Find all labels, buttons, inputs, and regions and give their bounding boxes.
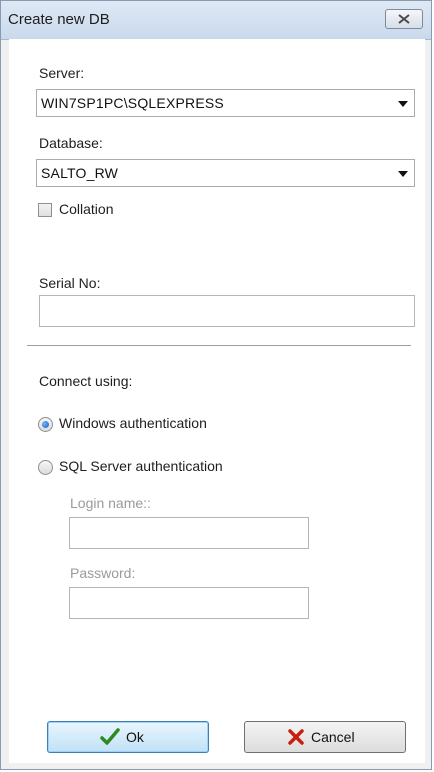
- checkmark-icon: [100, 728, 120, 745]
- chevron-down-icon: [398, 171, 408, 177]
- sql-auth-label: SQL Server authentication: [59, 458, 223, 474]
- server-label: Server:: [39, 65, 85, 81]
- title-bar: Create new DB: [1, 1, 431, 40]
- close-icon: [398, 14, 410, 24]
- collation-label: Collation: [59, 201, 114, 217]
- database-combo[interactable]: SALTO_RW: [36, 159, 415, 187]
- database-value: SALTO_RW: [41, 165, 119, 181]
- cancel-button-label: Cancel: [311, 729, 355, 745]
- windows-auth-label: Windows authentication: [59, 415, 207, 431]
- chevron-down-icon: [398, 101, 408, 107]
- dialog-window: Create new DB Server: WIN7SP1PC\SQLEXPRE…: [0, 0, 432, 770]
- cancel-button[interactable]: Cancel: [244, 721, 406, 753]
- server-value: WIN7SP1PC\SQLEXPRESS: [41, 95, 224, 111]
- login-name-input[interactable]: [69, 517, 309, 549]
- close-button[interactable]: [385, 9, 423, 29]
- cancel-x-icon: [288, 729, 304, 745]
- password-input[interactable]: [69, 587, 309, 619]
- serial-label: Serial No:: [39, 275, 101, 291]
- collation-checkbox[interactable]: [38, 203, 52, 217]
- sql-auth-radio[interactable]: [38, 460, 53, 475]
- radio-selected-dot: [42, 421, 49, 428]
- database-label: Database:: [39, 135, 103, 151]
- password-label: Password:: [70, 565, 136, 581]
- windows-auth-radio[interactable]: [38, 417, 53, 432]
- connect-using-label: Connect using:: [39, 373, 133, 389]
- serial-input[interactable]: [39, 295, 415, 327]
- server-combo[interactable]: WIN7SP1PC\SQLEXPRESS: [36, 89, 415, 117]
- dialog-body: Server: WIN7SP1PC\SQLEXPRESS Database: S…: [9, 39, 425, 763]
- ok-button[interactable]: Ok: [47, 721, 209, 753]
- window-title: Create new DB: [8, 11, 110, 28]
- ok-button-label: Ok: [126, 729, 144, 745]
- login-name-label: Login name::: [70, 495, 151, 511]
- section-divider: [27, 345, 411, 346]
